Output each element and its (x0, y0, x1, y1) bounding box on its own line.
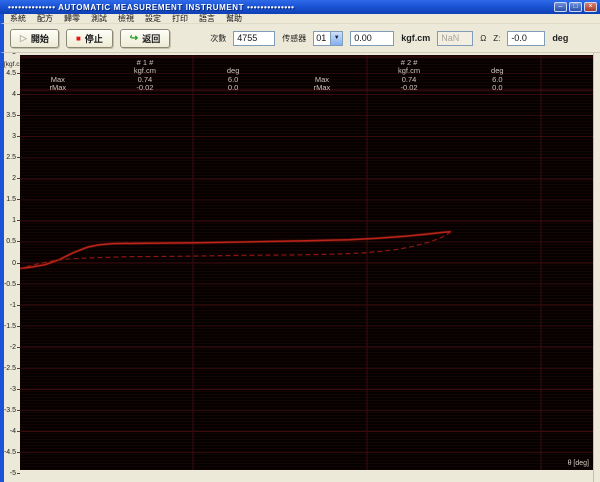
stats-value: -0.02 (400, 82, 418, 92)
y-tick-label: -2.5 (4, 364, 20, 372)
menu-item-3[interactable]: 歸零 (64, 13, 80, 24)
y-axis-unit-label: [kgf.cm (4, 61, 20, 68)
back-button-label: 返回 (142, 33, 161, 44)
y-tick-label: -2 (10, 343, 20, 351)
stop-button-label: 停止 (84, 33, 103, 44)
y-tick-label: 2.5 (6, 154, 20, 162)
stats-value: -0.02 (136, 82, 154, 92)
torque-unit-label: kgf.cm (401, 33, 431, 43)
y-tick-label: -3.5 (4, 406, 20, 414)
sensor-select[interactable]: 01 ▼ (313, 30, 344, 46)
y-tick-label: -5 (10, 470, 20, 478)
stats-row-label: rMax (313, 82, 331, 92)
y-axis: [kgf.cm 5 4.5 4 3.5 3 2.5 2 1.5 1 0.5 0 -0.5 -1 -1.5 -… (4, 53, 20, 482)
menu-item-2[interactable]: 配方 (37, 13, 53, 24)
y-tick-label: 4 (12, 91, 20, 99)
menu-item-5[interactable]: 檢視 (118, 13, 134, 24)
resistance-unit-label: Ω (480, 33, 487, 43)
return-arrow-icon: ↪ (129, 32, 139, 44)
stats-value: 0.0 (227, 82, 239, 92)
minimize-button[interactable]: – (554, 2, 567, 12)
window-title: •••••••••••••• AUTOMATIC MEASUREMENT INS… (8, 2, 295, 12)
title-bar: •••••••••••••• AUTOMATIC MEASUREMENT INS… (0, 0, 600, 14)
y-tick-label: 4.5 (6, 70, 20, 78)
chevron-down-icon[interactable]: ▼ (330, 31, 343, 45)
menu-item-6[interactable]: 設定 (145, 13, 161, 24)
menu-item-1[interactable]: 系統 (10, 13, 26, 24)
y-tick-label: -3 (10, 385, 20, 393)
y-tick-label: 3.5 (6, 112, 20, 120)
y-tick-label: 3 (12, 133, 20, 141)
count-input[interactable] (233, 30, 276, 46)
stats-row-label: rMax (49, 82, 67, 92)
status-bar (20, 470, 593, 482)
y-tick-label: -4.5 (4, 448, 20, 456)
sensor-label: 传感器 (282, 33, 307, 43)
y-tick-label: 2 (12, 175, 20, 183)
z-unit-label: deg (552, 33, 569, 43)
app-window: •••••••••••••• AUTOMATIC MEASUREMENT INS… (0, 0, 600, 482)
y-tick-label: -1 (10, 301, 20, 309)
stats-value: 0.0 (492, 82, 503, 92)
start-button[interactable]: ▷ 開始 (10, 28, 59, 48)
play-icon: ▷ (20, 32, 27, 43)
y-tick-label: -0.5 (4, 280, 20, 288)
stop-icon: ■ (75, 33, 81, 43)
z-input[interactable] (507, 30, 546, 46)
y-tick-label: -1.5 (4, 322, 20, 330)
back-button[interactable]: ↪ 返回 (119, 28, 171, 48)
x-axis-unit-label: θ [deg] (567, 460, 589, 467)
stop-button[interactable]: ■ 停止 (65, 28, 113, 48)
menu-item-4[interactable]: 測試 (91, 13, 107, 24)
y-tick-label: 0.5 (6, 238, 20, 246)
chart-area: # 1 # kgf.cm deg Max 0.74 6.0 rMax -0.02 0.0 # 2 … (20, 55, 593, 470)
menu-item-8[interactable]: 語言 (199, 13, 215, 24)
toolbar: ▷ 開始 ■ 停止 ↪ 返回 次數 传感器 01 ▼ kgf.cm Ω Z: d… (0, 24, 600, 53)
torque-input[interactable] (350, 30, 395, 46)
y-tick-label: 0 (12, 259, 20, 267)
measurement-plot (20, 55, 593, 470)
stats-overlay: # 1 # kgf.cm deg Max 0.74 6.0 rMax -0.02 0.0 # 2 … (20, 55, 593, 95)
resistance-input (437, 30, 474, 46)
right-frame-strip (593, 53, 600, 482)
main-content: [kgf.cm 5 4.5 4 3.5 3 2.5 2 1.5 1 0.5 0 -0.5 -1 -1.5 -… (0, 53, 600, 482)
y-tick-label: 1 (12, 217, 20, 225)
maximize-button[interactable]: □ (569, 2, 582, 12)
count-label: 次數 (210, 33, 227, 43)
sensor-select-value: 01 (316, 32, 327, 43)
y-tick-label: 1.5 (6, 196, 20, 204)
z-label: Z: (493, 33, 501, 43)
y-tick-label: -4 (10, 427, 20, 435)
close-button[interactable]: × (584, 2, 597, 12)
y-tick-label: 5 (12, 53, 20, 57)
menu-bar: 系統 配方 歸零 測試 檢視 設定 打印 語言 幫助 (0, 14, 600, 24)
menu-item-9[interactable]: 幫助 (226, 13, 242, 24)
menu-item-7[interactable]: 打印 (172, 13, 188, 24)
start-button-label: 開始 (30, 33, 49, 44)
